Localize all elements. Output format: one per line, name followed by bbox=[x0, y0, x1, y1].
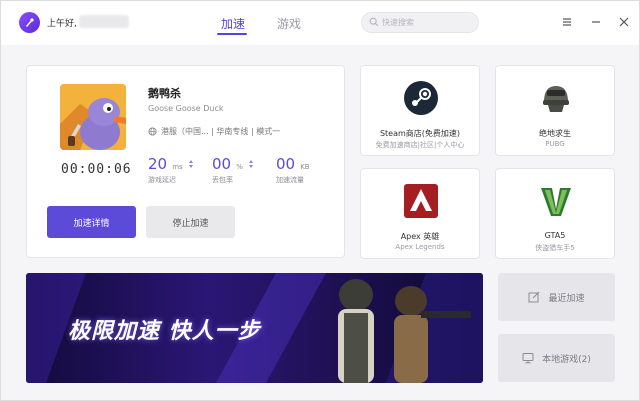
steam-icon bbox=[404, 81, 438, 115]
game-subtitle: 免费加速商店|社区|个人中心 bbox=[375, 141, 465, 149]
search-box[interactable]: 快速搜索 bbox=[361, 12, 479, 33]
server-text: 港服（中国... | 华南专线 | 模式一 bbox=[161, 127, 281, 136]
local-games-button[interactable]: 本地游戏(2) bbox=[498, 334, 615, 382]
game-name: 绝地求生 bbox=[539, 129, 571, 138]
edit-icon bbox=[528, 291, 540, 303]
app-window: 上午好, 加速 游戏 快速搜索 鹅鸭杀 Goose Goose Duck 港服（… bbox=[0, 0, 640, 401]
search-placeholder: 快速搜索 bbox=[382, 18, 414, 27]
top-bar: 上午好, 加速 游戏 快速搜索 bbox=[1, 1, 639, 45]
gta5-icon bbox=[541, 188, 571, 216]
game-tile-apex[interactable]: Apex 英雄 Apex Legends bbox=[360, 168, 480, 259]
menu-icon[interactable] bbox=[561, 16, 573, 28]
game-cover-image bbox=[60, 84, 126, 150]
stop-acceleration-button[interactable]: 停止加速 bbox=[146, 206, 235, 238]
packet-loss-stat: 00 % 丢包率 bbox=[212, 154, 254, 185]
game-tile-steam[interactable]: Steam商店(免费加速) 免费加速商店|社区|个人中心 bbox=[360, 65, 480, 156]
game-tile-pubg[interactable]: 绝地求生 PUBG bbox=[495, 65, 615, 156]
game-name: Steam商店(免费加速) bbox=[379, 129, 461, 138]
tab-games[interactable]: 游戏 bbox=[277, 15, 301, 32]
monitor-icon bbox=[522, 353, 534, 364]
traffic-stat: 00 KB 加速流量 bbox=[276, 154, 310, 185]
apex-icon bbox=[404, 184, 438, 218]
game-subtitle: 侠盗猎车手5 bbox=[535, 244, 575, 252]
search-icon bbox=[369, 17, 379, 27]
game-subtitle: PUBG bbox=[545, 140, 565, 148]
minimize-icon[interactable] bbox=[590, 16, 602, 28]
sort-arrows-icon bbox=[248, 160, 253, 168]
recent-acceleration-button[interactable]: 最近加速 bbox=[498, 273, 615, 321]
current-game-card: 鹅鸭杀 Goose Goose Duck 港服（中国... | 华南专线 | 模… bbox=[26, 65, 345, 258]
packet-loss-unit: % bbox=[236, 163, 243, 171]
game-subtitle: Apex Legends bbox=[395, 243, 445, 251]
username-redacted bbox=[79, 15, 129, 28]
game-subtitle: Goose Goose Duck bbox=[148, 104, 224, 113]
pubg-helmet-icon bbox=[543, 86, 569, 112]
tab-accelerate[interactable]: 加速 bbox=[221, 15, 245, 32]
traffic-unit: KB bbox=[300, 163, 310, 171]
latency-unit: ms bbox=[172, 163, 183, 171]
app-logo[interactable] bbox=[19, 12, 40, 33]
traffic-label: 加速流量 bbox=[276, 176, 304, 184]
latency-label: 游戏延迟 bbox=[148, 176, 176, 184]
close-icon[interactable] bbox=[618, 16, 630, 28]
traffic-value: 00 bbox=[276, 155, 296, 173]
latency-stat: 20 ms 游戏延迟 bbox=[148, 154, 194, 185]
game-name: GTA5 bbox=[544, 231, 566, 240]
tab-active-indicator bbox=[217, 33, 247, 35]
banner-slogan: 极限加速 快人一步 bbox=[68, 319, 261, 344]
latency-value: 20 bbox=[148, 155, 168, 173]
packet-loss-value: 00 bbox=[212, 155, 232, 173]
acceleration-timer: 00:00:06 bbox=[61, 162, 132, 177]
promo-banner[interactable]: 极限加速 快人一步 bbox=[26, 273, 483, 383]
sort-arrows-icon bbox=[188, 160, 193, 168]
acceleration-details-button[interactable]: 加速详情 bbox=[47, 206, 136, 238]
goose-icon bbox=[60, 84, 126, 150]
game-tile-gta5[interactable]: GTA5 侠盗猎车手5 bbox=[495, 168, 615, 259]
globe-icon bbox=[148, 127, 157, 136]
game-title: 鹅鸭杀 bbox=[148, 87, 181, 100]
greeting-text: 上午好, bbox=[47, 19, 77, 29]
game-name: Apex 英雄 bbox=[400, 232, 440, 241]
server-info[interactable]: 港服（中国... | 华南专线 | 模式一 bbox=[148, 126, 280, 137]
rocket-icon bbox=[26, 18, 34, 27]
local-games-label: 本地游戏(2) bbox=[542, 354, 591, 365]
recent-acceleration-label: 最近加速 bbox=[548, 293, 585, 304]
packet-loss-label: 丢包率 bbox=[212, 176, 233, 184]
